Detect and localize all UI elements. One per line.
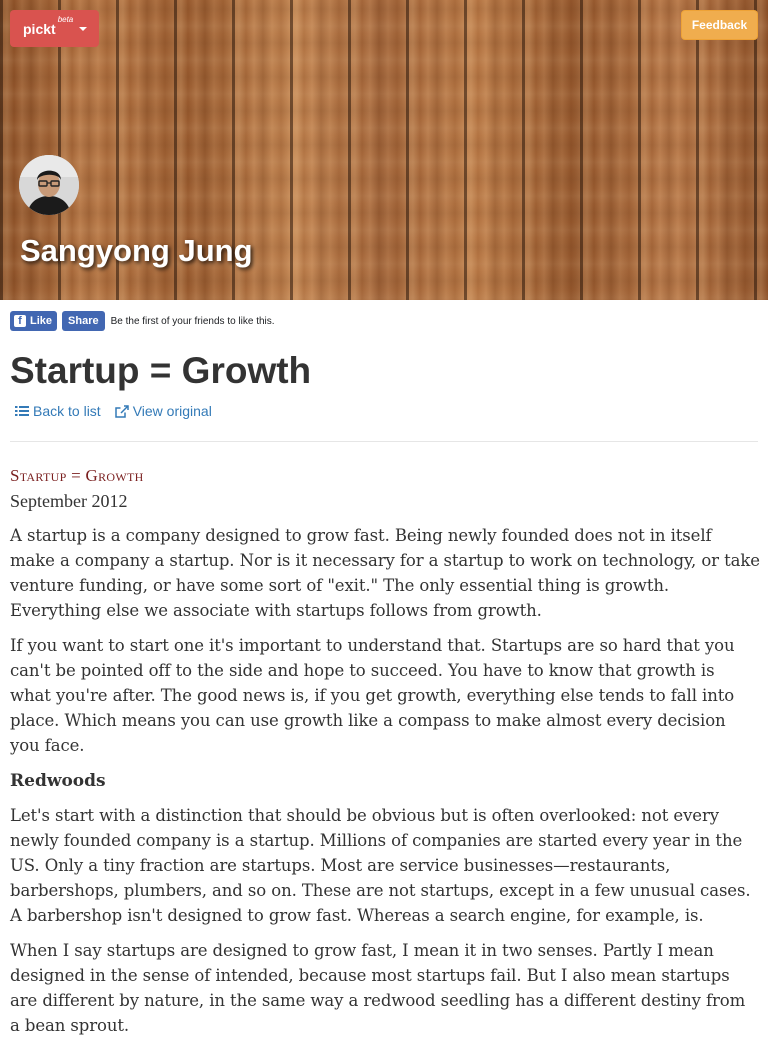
facebook-like-button[interactable]: f Like	[10, 311, 58, 331]
article-paragraph: Let's start with a distinction that shou…	[10, 806, 751, 925]
article-paragraph: When I say startups are designed to grow…	[10, 941, 746, 1035]
view-original-label: View original	[132, 403, 212, 419]
article-date: September 2012	[10, 491, 128, 511]
caret-down-icon	[79, 26, 88, 31]
like-label: Like	[30, 315, 53, 327]
brand-label: pickt	[23, 20, 56, 37]
social-bar: f Like Share Be the first of your friend…	[10, 311, 275, 331]
article-kicker: Startup = Growth	[10, 466, 144, 485]
brand-menu-button[interactable]: pickt beta	[10, 10, 99, 47]
article-paragraph: If you want to start one it's important …	[10, 636, 735, 755]
article-paragraph: A startup is a company designed to grow …	[10, 526, 760, 620]
back-to-list-link[interactable]: Back to list	[15, 403, 101, 419]
feedback-button[interactable]: Feedback	[681, 10, 758, 40]
profile-header: pickt beta Feedback Sangyong Jung	[0, 0, 768, 300]
facebook-share-button[interactable]: Share	[62, 311, 105, 331]
avatar-image	[19, 155, 79, 215]
external-link-icon	[114, 404, 129, 418]
article-actions: Back to list View original	[15, 402, 226, 420]
avatar[interactable]	[19, 155, 79, 215]
view-original-link[interactable]: View original	[114, 403, 212, 419]
section-heading: Redwoods	[10, 771, 106, 791]
profile-name: Sangyong Jung	[20, 233, 253, 268]
beta-badge: beta	[57, 15, 74, 24]
share-label: Share	[68, 315, 99, 327]
divider	[10, 441, 758, 442]
list-icon	[15, 405, 29, 417]
social-context-text: Be the first of your friends to like thi…	[110, 315, 275, 327]
back-to-list-label: Back to list	[33, 403, 101, 419]
facebook-icon: f	[14, 315, 26, 327]
article-body: Startup = Growth September 2012 A startu…	[10, 462, 760, 1048]
page-title: Startup = Growth	[10, 350, 312, 391]
